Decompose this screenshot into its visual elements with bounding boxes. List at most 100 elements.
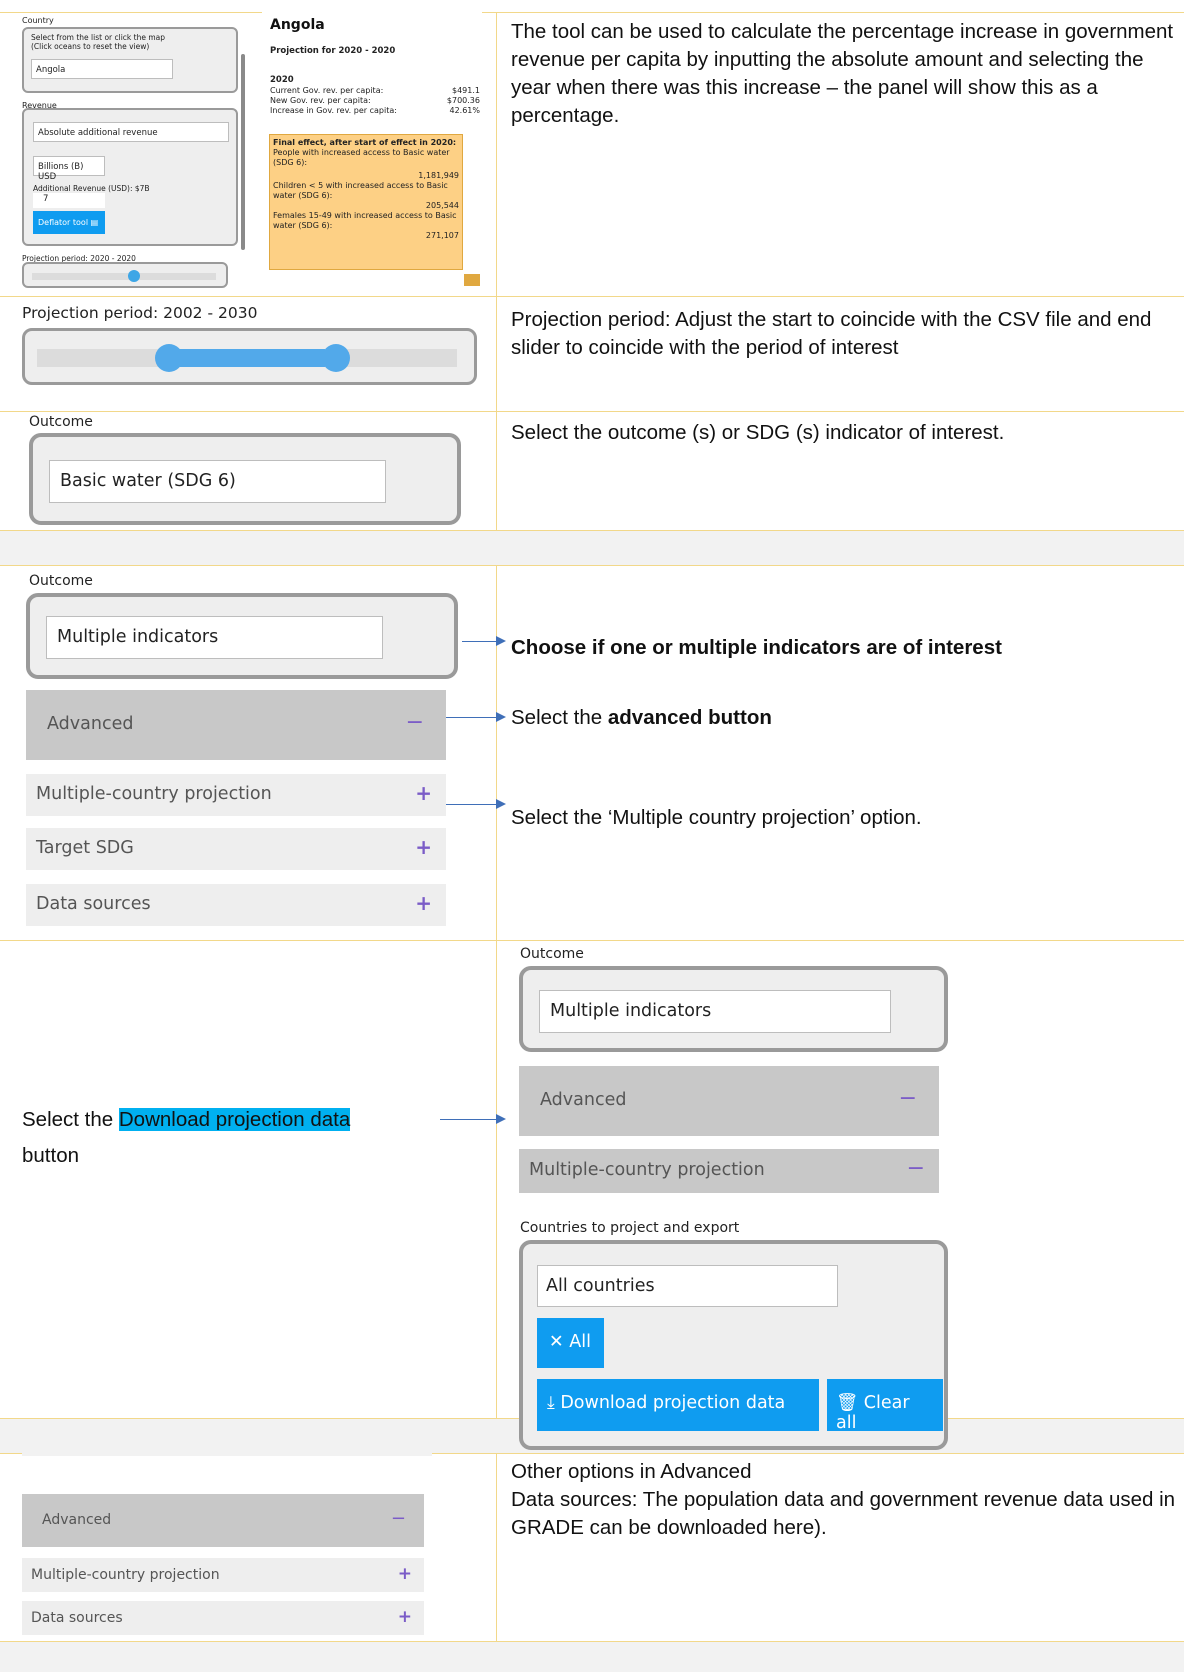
country-help: Select from the list or click the map [31,33,166,42]
panel-tab [464,274,480,286]
column-border [496,565,497,1418]
download-icon: ⤓ [547,1393,555,1413]
slider-start-handle[interactable] [155,344,183,372]
stat-value: $700.36 [446,96,480,105]
slider-end-handle[interactable] [322,344,350,372]
effect-value: 205,544 [425,201,459,210]
table-border [0,411,1184,412]
outcome-select[interactable]: Basic water (SDG 6) [49,460,386,503]
row1-description: The tool can be used to calculate the pe… [511,20,1174,127]
divider [22,1453,432,1456]
instruction-text: button [22,1144,79,1167]
additional-revenue-label: Additional Revenue (USD): $7B [33,184,150,193]
table-border [0,12,1184,13]
accordion-item-multiple-country[interactable]: Multiple-country projection + [26,774,446,816]
outcome-box: Multiple indicators [26,593,458,679]
outcome-label: Outcome [29,414,93,430]
revenue-box: Absolute additional revenue Billions (B)… [22,108,238,246]
arrow [446,712,506,722]
outcome-select[interactable]: Multiple indicators [46,616,383,659]
instruction-text: Select the [22,1108,119,1131]
country-label: Country [22,16,54,25]
advanced-label: Advanced [540,1090,627,1110]
other-options-line: Other options in Advanced [511,1460,752,1483]
advanced-toggle[interactable]: Advanced − [26,690,446,760]
accordion-item-data-sources[interactable]: Data sources + [22,1601,424,1635]
spacer-row [0,1642,1184,1672]
table-border [0,940,1184,941]
deflator-button[interactable]: Deflator tool ▤ [33,211,105,234]
column-border [496,12,497,530]
accordion-label: Multiple-country projection [529,1160,765,1180]
stat-label: Increase in Gov. rev. per capita: [270,106,397,115]
revenue-unit-select[interactable]: Billions (B) USD [33,156,105,182]
effect-value: 271,107 [425,231,459,240]
final-effect-box: Final effect, after start of effect in 2… [269,134,463,270]
effect-line: water (SDG 6): [273,191,333,200]
outcome-select[interactable]: Multiple indicators [539,990,891,1033]
download-label: Download projection data [560,1393,786,1413]
accordion-label: Multiple-country projection [36,784,272,804]
outcome-box: Multiple indicators [519,966,948,1052]
arrow [462,636,506,646]
table-border [0,565,1184,566]
row6-description: Other options in Advanced Data sources: … [511,1458,1176,1542]
stat-label: Current Gov. rev. per capita: [270,86,384,95]
outcome-label: Outcome [520,946,584,962]
stat-value: $491.1 [452,86,480,95]
country-select[interactable]: Angola [31,59,173,79]
plus-icon: + [415,781,432,805]
deflator-label: Deflator tool [38,218,89,227]
note-bold: advanced button [607,706,772,729]
column-border [496,1453,497,1641]
stat-label: New Gov. rev. per capita: [270,96,371,105]
results-panel: Angola Projection for 2020 - 2020 2020 C… [262,12,482,290]
additional-revenue-input[interactable]: 7 [33,193,105,208]
arrow [440,1114,506,1124]
slider-range [165,349,325,367]
slider-handle[interactable] [128,270,140,282]
note-text: Select the [511,706,608,729]
clear-all-button[interactable]: 🗑 Clear all [827,1379,943,1433]
outcome-label: Outcome [29,573,93,589]
note-choose-indicators: Choose if one or multiple indicators are… [511,636,1002,659]
accordion-item-target-sdg[interactable]: Target SDG + [26,828,446,870]
projection-slider-box [22,262,228,288]
effect-line: water (SDG 6): [273,221,333,230]
revenue-type-select[interactable]: Absolute additional revenue [33,122,229,142]
advanced-toggle[interactable]: Advanced − [519,1066,939,1136]
accordion-item-multiple-country[interactable]: Multiple-country projection − [519,1149,939,1193]
download-instruction: Select the Download projection data butto… [22,1102,442,1174]
minus-icon: − [390,1508,406,1529]
highlighted-text: Download projection data [118,1108,351,1131]
countries-select[interactable]: All countries [537,1265,838,1307]
trash-icon: 🗑 [836,1393,859,1413]
panel-country: Angola [270,17,325,33]
countries-box: All countries ✕ All ⤓ Download projectio… [519,1240,948,1450]
stat-value: 42.61% [449,106,480,115]
countries-label: Countries to project and export [520,1220,740,1236]
minus-icon: − [906,1156,925,1181]
plus-icon: + [415,891,432,915]
advanced-label: Advanced [47,714,134,734]
x-icon: ✕ [549,1332,564,1352]
projection-slider-box [22,328,477,385]
plus-icon: + [397,1607,412,1627]
minus-icon: − [898,1086,917,1111]
final-effect-title: Final effect, after start of effect in 2… [273,138,457,147]
outcome-box: Basic water (SDG 6) [29,433,461,525]
effect-value: 1,181,949 [418,171,459,180]
advanced-toggle[interactable]: Advanced − [22,1494,424,1547]
download-projection-button[interactable]: ⤓ Download projection data [537,1379,819,1431]
accordion-item-data-sources[interactable]: Data sources + [26,884,446,926]
note-multiple-country: Select the ‘Multiple country projection’… [511,806,922,829]
projection-label: Projection period: 2002 - 2030 [22,304,258,322]
scrollbar[interactable] [241,54,245,250]
calculator-icon: ▤ [90,218,99,227]
effect-line: Children < 5 with increased access to Ba… [273,181,448,190]
spacer-row [0,530,1184,565]
accordion-item-multiple-country[interactable]: Multiple-country projection + [22,1558,424,1592]
select-all-button[interactable]: ✕ All [537,1318,604,1368]
table-border [0,296,1184,297]
arrow [446,799,506,809]
